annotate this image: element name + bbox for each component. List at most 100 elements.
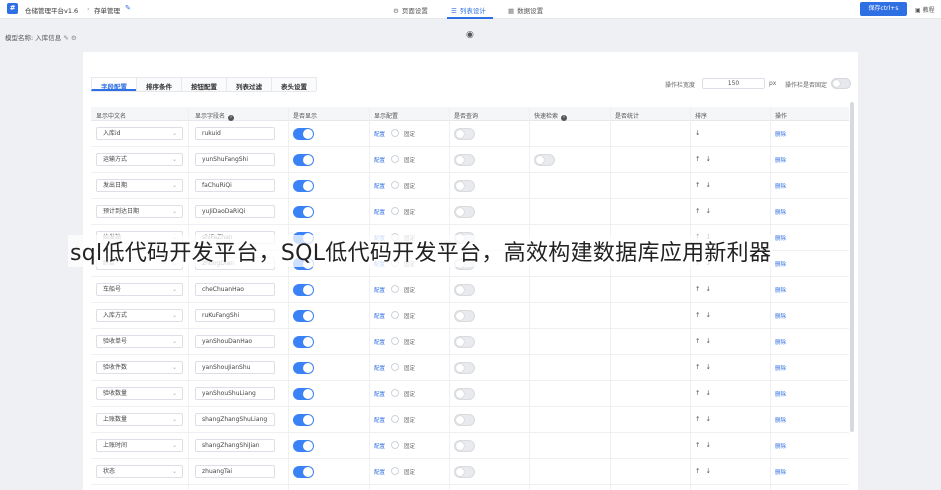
cn-name-select[interactable]: 上账数量 ⌄ [96,413,183,426]
show-toggle[interactable] [293,362,314,374]
sort-arrows-icon[interactable]: ↑↓ [695,363,716,371]
query-toggle[interactable] [454,180,475,192]
tab-data-settings[interactable]: ▦ 数据设置 [508,5,543,15]
config-link[interactable]: 配置 [374,338,385,346]
cn-name-select[interactable]: 状态 ⌄ [96,465,183,478]
vertical-scrollbar[interactable] [850,102,854,432]
delete-link[interactable]: 删除 [775,312,786,320]
sort-arrows-icon[interactable]: ↑↓ [695,441,716,449]
sort-arrows-icon[interactable]: ↑↓ [695,389,716,397]
action-width-input[interactable]: 150 [702,78,765,89]
tab-sort-conditions[interactable]: 排序条件 [136,77,182,91]
query-toggle[interactable] [454,310,475,322]
field-name-input[interactable]: rukuid [195,127,275,140]
quick-search-toggle[interactable] [534,154,555,166]
fixed-radio[interactable] [391,285,399,293]
show-toggle[interactable] [293,310,314,322]
config-link[interactable]: 配置 [374,416,385,424]
delete-link[interactable]: 删除 [775,468,786,476]
sort-arrows-icon[interactable]: ↑↓ [695,467,716,475]
cn-name-select[interactable]: 上账时间 ⌄ [96,439,183,452]
query-toggle[interactable] [454,414,475,426]
sort-arrows-icon[interactable]: ↑↓ [695,207,716,215]
config-link[interactable]: 配置 [374,442,385,450]
delete-link[interactable]: 删除 [775,208,786,216]
fixed-radio[interactable] [391,363,399,371]
show-toggle[interactable] [293,206,314,218]
field-name-input[interactable]: faChuRiQi [195,179,275,192]
fixed-radio[interactable] [391,441,399,449]
breadcrumb-page[interactable]: 存单管理 [94,5,120,15]
field-name-input[interactable]: shangZhangShuLiang [195,413,275,426]
tab-page-settings[interactable]: ⚙ 页面设置 [393,5,428,15]
delete-link[interactable]: 删除 [775,286,786,294]
delete-link[interactable]: 删除 [775,416,786,424]
field-name-input[interactable]: zhuangTai [195,465,275,478]
show-toggle[interactable] [293,336,314,348]
fixed-radio[interactable] [391,155,399,163]
config-link[interactable]: 配置 [374,208,385,216]
delete-link[interactable]: 删除 [775,338,786,346]
sort-arrows-icon[interactable]: ↑↓ [695,181,716,189]
tab-header-settings[interactable]: 表头设置 [271,77,317,91]
show-toggle[interactable] [293,414,314,426]
save-button[interactable]: 保存ctrl+s [860,2,907,16]
field-name-input[interactable]: shangZhangShiJian [195,439,275,452]
tab-field-config[interactable]: 字段配置 [91,77,137,91]
field-name-input[interactable]: yuJiDaoDaRiQi [195,205,275,218]
delete-link[interactable]: 删除 [775,390,786,398]
fixed-radio[interactable] [391,129,399,137]
sort-arrows-icon[interactable]: ↑↓ [695,311,716,319]
sort-arrows-icon[interactable]: ↓ [695,129,705,137]
action-fixed-toggle[interactable] [831,78,851,89]
help-link[interactable]: ▣ 教程 [915,5,935,14]
cn-name-select[interactable]: 预计到达日期 ⌄ [96,205,183,218]
delete-link[interactable]: 删除 [775,442,786,450]
delete-link[interactable]: 删除 [775,156,786,164]
show-toggle[interactable] [293,440,314,452]
settings-icon[interactable]: ⚙ [71,34,77,42]
fixed-radio[interactable] [391,467,399,475]
cn-name-select[interactable]: 入库id ⌄ [96,127,183,140]
query-toggle[interactable] [454,362,475,374]
cn-name-select[interactable]: 入库方式 ⌄ [96,309,183,322]
query-toggle[interactable] [454,154,475,166]
cn-name-select[interactable]: 发出日期 ⌄ [96,179,183,192]
config-link[interactable]: 配置 [374,364,385,372]
field-name-input[interactable]: yunShuFangShi [195,153,275,166]
cn-name-select[interactable]: 车船号 ⌄ [96,283,183,296]
cn-name-select[interactable]: 验收数量 ⌄ [96,387,183,400]
config-link[interactable]: 配置 [374,286,385,294]
tab-button-config[interactable]: 按钮配置 [181,77,227,91]
field-name-input[interactable]: cheChuanHao [195,283,275,296]
show-toggle[interactable] [293,128,314,140]
config-link[interactable]: 配置 [374,390,385,398]
edit-icon[interactable]: ✎ [125,4,131,12]
tab-list-filter[interactable]: 列表过滤 [226,77,272,91]
query-toggle[interactable] [454,440,475,452]
fixed-radio[interactable] [391,181,399,189]
delete-link[interactable]: 删除 [775,182,786,190]
cn-name-select[interactable]: 验收件数 ⌄ [96,361,183,374]
field-name-input[interactable]: yanShouJianShu [195,361,275,374]
fixed-radio[interactable] [391,207,399,215]
fixed-radio[interactable] [391,415,399,423]
query-toggle[interactable] [454,284,475,296]
sort-arrows-icon[interactable]: ↑↓ [695,155,716,163]
edit-icon[interactable]: ✎ [63,34,68,42]
sort-arrows-icon[interactable]: ↑↓ [695,337,716,345]
sort-arrows-icon[interactable]: ↑↓ [695,285,716,293]
delete-link[interactable]: 删除 [775,130,786,138]
query-toggle[interactable] [454,336,475,348]
config-link[interactable]: 配置 [374,468,385,476]
tab-list-design[interactable]: ☰ 列表设计 [451,5,486,15]
fixed-radio[interactable] [391,337,399,345]
preview-eye-icon[interactable]: ◉ [466,30,474,40]
cn-name-select[interactable]: 运输方式 ⌄ [96,153,183,166]
query-toggle[interactable] [454,128,475,140]
delete-link[interactable]: 删除 [775,364,786,372]
fixed-radio[interactable] [391,311,399,319]
delete-link[interactable]: 删除 [775,234,786,242]
fixed-radio[interactable] [391,389,399,397]
field-name-input[interactable]: yanShouShuLiang [195,387,275,400]
